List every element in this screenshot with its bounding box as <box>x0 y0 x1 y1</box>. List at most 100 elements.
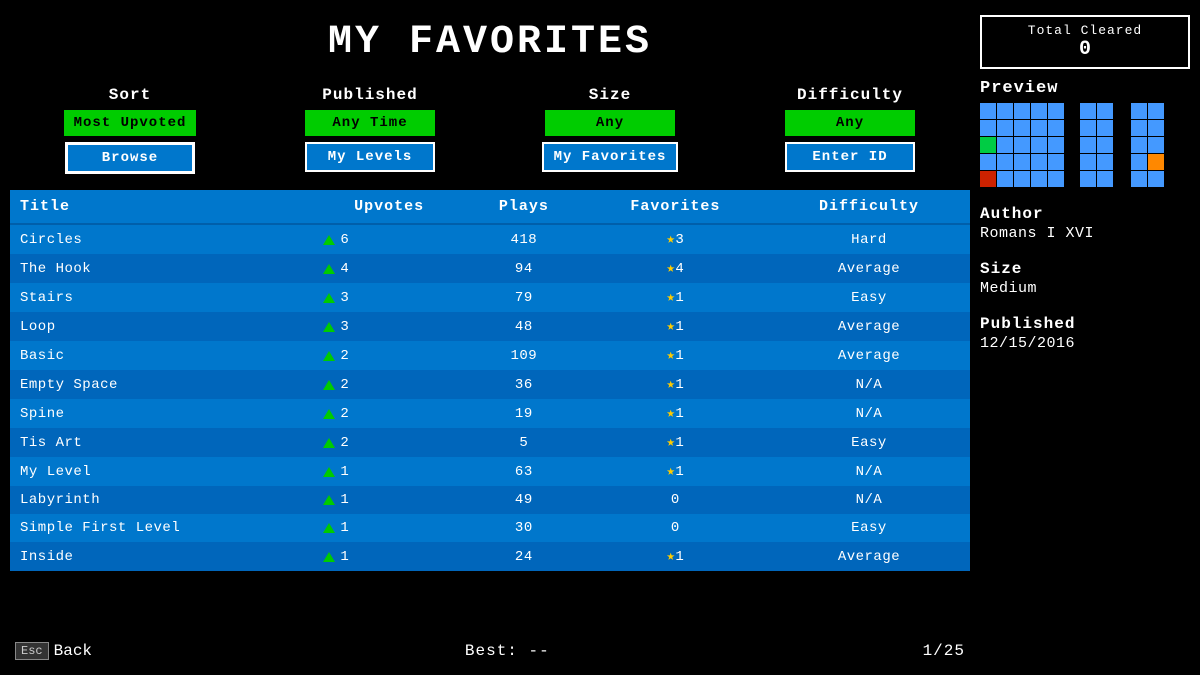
cell-plays: 36 <box>465 370 583 399</box>
preview-cell <box>1131 137 1147 153</box>
size-label: Size <box>980 260 1190 278</box>
preview-cell <box>1048 120 1064 136</box>
cell-difficulty: Average <box>768 254 970 283</box>
best-label: Best: -- <box>465 642 550 660</box>
preview-cell <box>1031 137 1047 153</box>
page-indicator: 1/25 <box>923 642 965 660</box>
table-row[interactable]: Inside124★1Average <box>10 542 970 571</box>
preview-cell <box>1097 154 1113 170</box>
cell-favorites: ★1 <box>583 399 768 428</box>
preview-label: Preview <box>980 79 1190 98</box>
preview-cell <box>1097 120 1113 136</box>
difficulty-button[interactable]: Any <box>785 110 915 136</box>
sort-label: Sort <box>109 86 151 104</box>
cell-difficulty: N/A <box>768 399 970 428</box>
size-value: Medium <box>980 280 1190 297</box>
preview-cell <box>1048 137 1064 153</box>
cell-upvotes: 6 <box>313 224 465 254</box>
preview-cell <box>1148 154 1164 170</box>
cell-plays: 109 <box>465 341 583 370</box>
browse-button[interactable]: Browse <box>65 142 195 174</box>
published-info-label: Published <box>980 315 1190 333</box>
bottom-bar: Esc Back Best: -- 1/25 <box>10 637 970 665</box>
cell-difficulty: N/A <box>768 457 970 486</box>
cell-difficulty: Easy <box>768 283 970 312</box>
cell-title: Simple First Level <box>10 514 313 542</box>
my-favorites-button[interactable]: My Favorites <box>542 142 679 172</box>
preview-cell <box>1131 120 1147 136</box>
cell-plays: 48 <box>465 312 583 341</box>
cell-upvotes: 1 <box>313 542 465 571</box>
table-row[interactable]: Simple First Level1300Easy <box>10 514 970 542</box>
table-row[interactable]: Labyrinth1490N/A <box>10 486 970 514</box>
cell-upvotes: 1 <box>313 457 465 486</box>
table-row[interactable]: The Hook494★4Average <box>10 254 970 283</box>
cell-title: Stairs <box>10 283 313 312</box>
size-section: Size Medium <box>980 260 1190 297</box>
enter-id-button[interactable]: Enter ID <box>785 142 915 172</box>
published-info-value: 12/15/2016 <box>980 335 1190 352</box>
table-row[interactable]: Spine219★1N/A <box>10 399 970 428</box>
col-title: Title <box>10 190 313 224</box>
cell-title: Loop <box>10 312 313 341</box>
cell-favorites: ★1 <box>583 312 768 341</box>
preview-cell <box>1097 171 1113 187</box>
preview-cell <box>997 154 1013 170</box>
cell-favorites: ★1 <box>583 542 768 571</box>
back-label[interactable]: Back <box>54 642 92 660</box>
col-plays: Plays <box>465 190 583 224</box>
preview-cell <box>980 103 996 119</box>
preview-cell <box>1031 103 1047 119</box>
cell-favorites: ★3 <box>583 224 768 254</box>
table-row[interactable]: Empty Space236★1N/A <box>10 370 970 399</box>
preview-cell <box>1048 154 1064 170</box>
published-label: Published <box>322 86 417 104</box>
my-levels-button[interactable]: My Levels <box>305 142 435 172</box>
preview-cell <box>997 137 1013 153</box>
preview-cell <box>1080 137 1096 153</box>
cell-favorites: ★1 <box>583 283 768 312</box>
cell-plays: 49 <box>465 486 583 514</box>
table-row[interactable]: My Level163★1N/A <box>10 457 970 486</box>
cell-title: Circles <box>10 224 313 254</box>
table-row[interactable]: Basic2109★1Average <box>10 341 970 370</box>
table-row[interactable]: Stairs379★1Easy <box>10 283 970 312</box>
preview-cell <box>1014 171 1030 187</box>
table-row[interactable]: Loop348★1Average <box>10 312 970 341</box>
cell-favorites: ★1 <box>583 428 768 457</box>
cell-title: Labyrinth <box>10 486 313 514</box>
preview-cell <box>1131 154 1147 170</box>
cell-difficulty: N/A <box>768 370 970 399</box>
preview-cell <box>1080 154 1096 170</box>
preview-cell <box>1014 120 1030 136</box>
preview-cell <box>997 103 1013 119</box>
cell-upvotes: 3 <box>313 312 465 341</box>
preview-cell <box>1014 137 1030 153</box>
esc-label[interactable]: Esc <box>15 642 49 660</box>
cell-difficulty: Easy <box>768 514 970 542</box>
preview-cell <box>1114 120 1130 136</box>
cell-upvotes: 1 <box>313 514 465 542</box>
preview-cell <box>980 171 996 187</box>
cell-plays: 94 <box>465 254 583 283</box>
cell-upvotes: 1 <box>313 486 465 514</box>
cell-plays: 79 <box>465 283 583 312</box>
cell-plays: 30 <box>465 514 583 542</box>
cell-difficulty: Average <box>768 542 970 571</box>
size-button[interactable]: Any <box>545 110 675 136</box>
preview-grid <box>980 103 1190 187</box>
author-label: Author <box>980 205 1190 223</box>
sort-button[interactable]: Most Upvoted <box>64 110 197 136</box>
cell-plays: 5 <box>465 428 583 457</box>
preview-cell <box>1031 120 1047 136</box>
preview-cell <box>1148 137 1164 153</box>
table-row[interactable]: Circles6418★3Hard <box>10 224 970 254</box>
preview-cell <box>1131 171 1147 187</box>
cell-plays: 24 <box>465 542 583 571</box>
published-button[interactable]: Any Time <box>305 110 435 136</box>
cell-plays: 19 <box>465 399 583 428</box>
author-section: Author Romans I XVI <box>980 205 1190 242</box>
cell-difficulty: N/A <box>768 486 970 514</box>
table-row[interactable]: Tis Art25★1Easy <box>10 428 970 457</box>
size-filter-label: Size <box>589 86 631 104</box>
